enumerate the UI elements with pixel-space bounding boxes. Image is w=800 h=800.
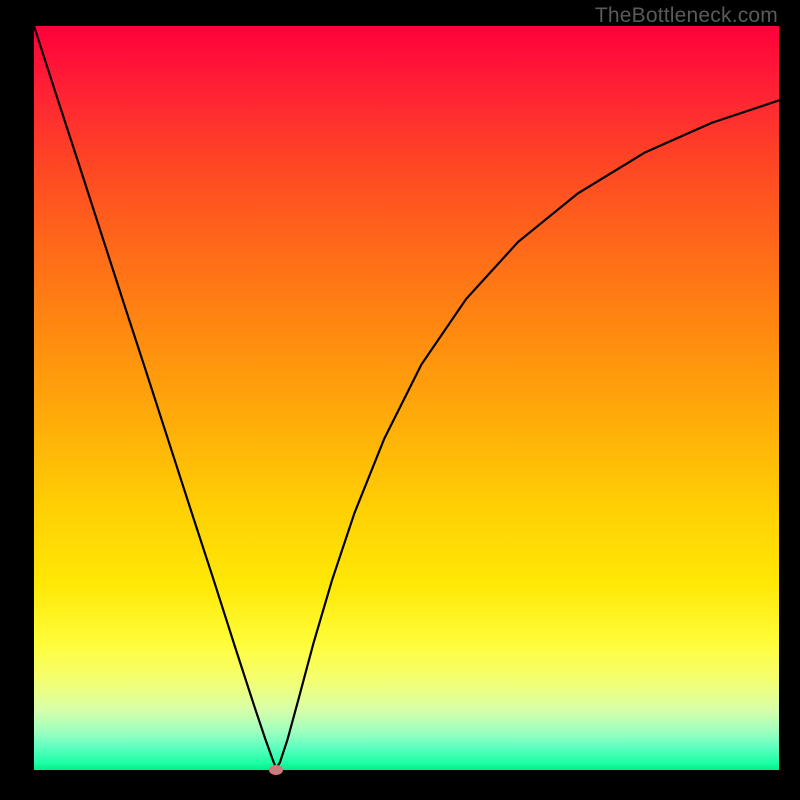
minimum-marker (269, 765, 283, 775)
chart-container: TheBottleneck.com (0, 0, 800, 800)
curve-svg (34, 26, 779, 770)
bottleneck-curve (34, 26, 779, 769)
watermark-text: TheBottleneck.com (595, 4, 778, 28)
plot-area (34, 26, 779, 770)
